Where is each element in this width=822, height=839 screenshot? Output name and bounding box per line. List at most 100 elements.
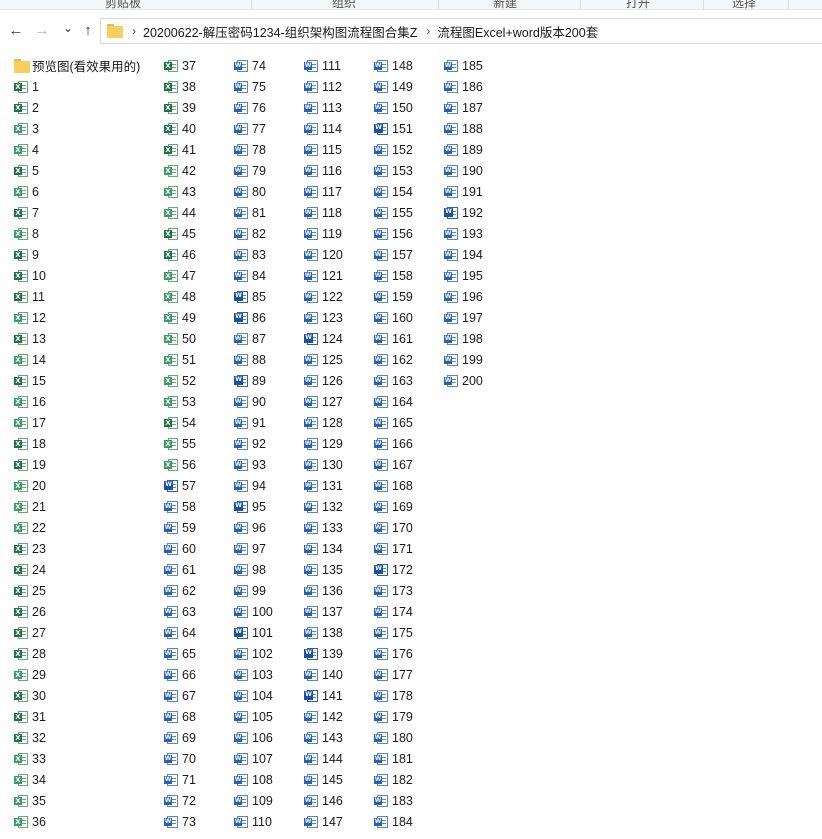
file-item[interactable]: W 68 — [164, 706, 232, 727]
file-item[interactable]: X7 — [14, 202, 154, 223]
file-item[interactable]: X 21 — [14, 496, 154, 517]
file-item[interactable]: X6 — [14, 181, 154, 202]
file-item[interactable]: W 171 — [374, 538, 442, 559]
file-item[interactable]: X 40 — [164, 118, 232, 139]
file-item[interactable]: W 121 — [304, 265, 372, 286]
file-item[interactable]: W 69 — [164, 727, 232, 748]
file-item[interactable]: W 133 — [304, 517, 372, 538]
file-item[interactable]: W 93 — [234, 454, 302, 475]
file-item[interactable]: W 174 — [374, 601, 442, 622]
file-item[interactable]: X4 — [14, 139, 154, 160]
file-item[interactable]: W 85 — [234, 286, 302, 307]
file-item[interactable]: W 167 — [374, 454, 442, 475]
file-item[interactable]: X 41 — [164, 139, 232, 160]
file-item[interactable]: W 160 — [374, 307, 442, 328]
file-item[interactable]: X 56 — [164, 454, 232, 475]
file-item[interactable]: W 144 — [304, 748, 372, 769]
file-item[interactable]: X3 — [14, 118, 154, 139]
file-item[interactable]: X 10 — [14, 265, 154, 286]
file-item[interactable]: X 35 — [14, 790, 154, 811]
file-item[interactable]: W 113 — [304, 97, 372, 118]
file-item[interactable]: W 146 — [304, 790, 372, 811]
file-item[interactable]: X 43 — [164, 181, 232, 202]
file-item[interactable]: X 53 — [164, 391, 232, 412]
file-item[interactable]: W 122 — [304, 286, 372, 307]
file-item[interactable]: W 198 — [444, 328, 512, 349]
file-item[interactable]: W 101 — [234, 622, 302, 643]
file-item[interactable]: W 104 — [234, 685, 302, 706]
file-item[interactable]: X 16 — [14, 391, 154, 412]
file-item[interactable]: W 159 — [374, 286, 442, 307]
file-item[interactable]: W 88 — [234, 349, 302, 370]
file-item[interactable]: W 181 — [374, 748, 442, 769]
file-item[interactable]: W 78 — [234, 139, 302, 160]
file-item[interactable]: W 180 — [374, 727, 442, 748]
file-item[interactable]: W 99 — [234, 580, 302, 601]
file-item[interactable]: W 195 — [444, 265, 512, 286]
file-item[interactable]: W 132 — [304, 496, 372, 517]
file-item[interactable]: W 65 — [164, 643, 232, 664]
file-item[interactable]: W 80 — [234, 181, 302, 202]
file-item[interactable]: W 163 — [374, 370, 442, 391]
file-item[interactable]: X 23 — [14, 538, 154, 559]
file-item[interactable]: W 190 — [444, 160, 512, 181]
file-item[interactable]: W 130 — [304, 454, 372, 475]
file-item[interactable]: W 189 — [444, 139, 512, 160]
file-item[interactable]: W 187 — [444, 97, 512, 118]
file-item[interactable]: W 168 — [374, 475, 442, 496]
file-item[interactable]: X 25 — [14, 580, 154, 601]
file-item[interactable]: W 57 — [164, 475, 232, 496]
file-item[interactable]: W 149 — [374, 76, 442, 97]
file-item[interactable]: W 157 — [374, 244, 442, 265]
file-item[interactable]: X 37 — [164, 55, 232, 76]
file-item[interactable]: W 108 — [234, 769, 302, 790]
file-item[interactable]: W 58 — [164, 496, 232, 517]
file-item[interactable]: X 22 — [14, 517, 154, 538]
file-item[interactable]: W 178 — [374, 685, 442, 706]
file-item[interactable]: W 66 — [164, 664, 232, 685]
file-item[interactable]: W 67 — [164, 685, 232, 706]
file-item[interactable]: X 38 — [164, 76, 232, 97]
file-item[interactable]: W 154 — [374, 181, 442, 202]
file-item[interactable]: W 137 — [304, 601, 372, 622]
file-item[interactable]: W 97 — [234, 538, 302, 559]
file-item[interactable]: W 82 — [234, 223, 302, 244]
file-item[interactable]: X 34 — [14, 769, 154, 790]
file-item[interactable]: X2 — [14, 97, 154, 118]
file-item[interactable]: W 109 — [234, 790, 302, 811]
file-item[interactable]: X 48 — [164, 286, 232, 307]
file-item[interactable]: W 188 — [444, 118, 512, 139]
file-item[interactable]: W 185 — [444, 55, 512, 76]
file-item[interactable]: W 111 — [304, 55, 372, 76]
file-item[interactable]: W 148 — [374, 55, 442, 76]
file-item[interactable]: W 179 — [374, 706, 442, 727]
file-item[interactable]: W 118 — [304, 202, 372, 223]
file-item[interactable]: X 13 — [14, 328, 154, 349]
file-item[interactable]: W 60 — [164, 538, 232, 559]
file-item[interactable]: W 164 — [374, 391, 442, 412]
file-item[interactable]: W 103 — [234, 664, 302, 685]
file-item[interactable]: W 86 — [234, 307, 302, 328]
file-item[interactable]: W 79 — [234, 160, 302, 181]
recent-locations-button[interactable]: ⌄ — [58, 18, 78, 38]
file-item[interactable]: W 131 — [304, 475, 372, 496]
file-item[interactable]: X 36 — [14, 811, 154, 832]
file-item[interactable]: W 194 — [444, 244, 512, 265]
file-item[interactable]: W 90 — [234, 391, 302, 412]
file-item[interactable]: W 169 — [374, 496, 442, 517]
file-item[interactable]: W 143 — [304, 727, 372, 748]
file-item[interactable]: W 155 — [374, 202, 442, 223]
file-item[interactable]: W 158 — [374, 265, 442, 286]
file-item[interactable]: W 125 — [304, 349, 372, 370]
file-item[interactable]: W 95 — [234, 496, 302, 517]
file-item[interactable]: W 127 — [304, 391, 372, 412]
file-item[interactable]: W 141 — [304, 685, 372, 706]
file-item[interactable]: X 45 — [164, 223, 232, 244]
file-item[interactable]: W 166 — [374, 433, 442, 454]
file-item[interactable]: W 107 — [234, 748, 302, 769]
up-button[interactable]: ↑ — [78, 20, 98, 40]
file-item[interactable]: X 33 — [14, 748, 154, 769]
file-item[interactable]: W 152 — [374, 139, 442, 160]
file-item[interactable]: X 32 — [14, 727, 154, 748]
file-item[interactable]: X 46 — [164, 244, 232, 265]
